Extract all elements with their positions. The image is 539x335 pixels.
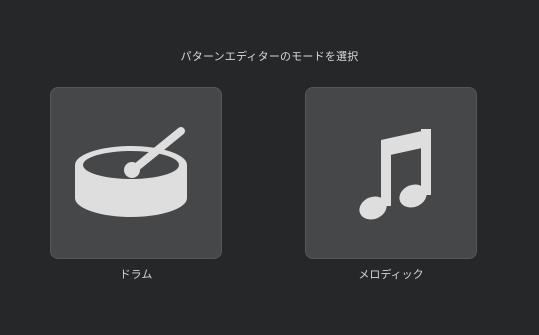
drum-mode-button[interactable] — [50, 87, 222, 259]
melodic-mode-button[interactable] — [305, 87, 477, 259]
dialog-title: パターンエディターのモードを選択 — [180, 50, 359, 63]
melodic-mode-label: メロディック — [358, 268, 424, 281]
drum-icon — [75, 127, 187, 217]
drum-mode-label: ドラム — [119, 268, 153, 281]
music-note-icon — [359, 129, 431, 220]
